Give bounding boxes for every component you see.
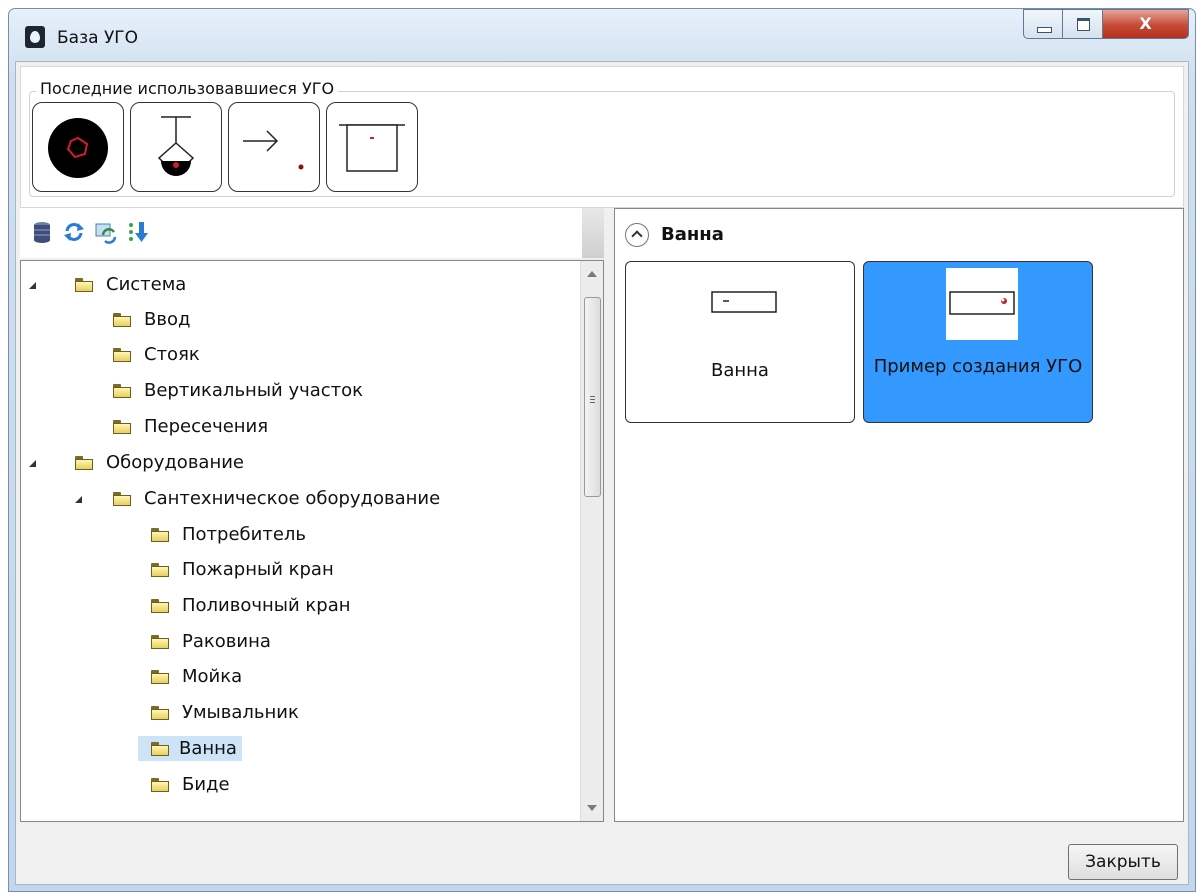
window-title: База УГО: [57, 28, 139, 48]
minimize-icon: [1037, 27, 1052, 33]
recent-symbols-group: Последние использовавшиеся УГО: [29, 79, 1175, 197]
tree-item-fire-hydrant[interactable]: Пожарный кран: [151, 556, 337, 584]
folder-icon: [151, 563, 169, 577]
recent-symbol-button-1[interactable]: [32, 102, 124, 192]
tree-item-label: Умывальник: [182, 702, 299, 723]
folder-icon: [151, 742, 169, 756]
tree-item-label: Стояк: [144, 344, 200, 365]
sort-icon[interactable]: [126, 220, 150, 244]
folder-icon: [151, 635, 169, 649]
tree-item-bidet[interactable]: Биде: [151, 771, 233, 799]
category-tree: Система Ввод Стояк Вертикальный участок …: [20, 260, 604, 822]
tree-item-label: Раковина: [182, 631, 271, 652]
folder-icon: [113, 384, 131, 398]
symbol-card-label: Пример создания УГО: [873, 356, 1083, 377]
expanded-arrow-icon[interactable]: [29, 460, 36, 467]
scrollbar-thumb[interactable]: [584, 297, 601, 497]
recent-symbols-list: [32, 102, 418, 192]
recent-symbols-panel: Последние использовавшиеся УГО: [20, 66, 1184, 208]
refresh-icon[interactable]: [62, 220, 86, 244]
tree-item-sanitary-equipment[interactable]: Сантехническое оборудование: [75, 485, 443, 513]
folder-icon: [151, 599, 169, 613]
expanded-arrow-icon[interactable]: [29, 282, 36, 289]
recent-symbol-button-3[interactable]: [228, 102, 320, 192]
bath-example-symbol-icon: [949, 291, 1015, 315]
database-icon[interactable]: [30, 220, 54, 244]
bath-symbol-icon: [711, 291, 777, 313]
section-title: Ванна: [661, 224, 724, 245]
tree-toolbar: [20, 208, 604, 258]
folder-icon: [113, 348, 131, 362]
tree-item-consumer[interactable]: Потребитель: [151, 521, 309, 549]
tree-item-intersections[interactable]: Пересечения: [113, 413, 271, 441]
recent-symbol-button-2[interactable]: [130, 102, 222, 192]
round-symbol-icon: [48, 118, 108, 178]
folder-icon: [151, 778, 169, 792]
close-window-button[interactable]: X: [1103, 9, 1189, 39]
tree-item-kitchen-sink[interactable]: Мойка: [151, 663, 245, 691]
tree-item-vvod[interactable]: Ввод: [113, 306, 193, 334]
folder-icon: [151, 528, 169, 542]
close-icon: X: [1139, 14, 1152, 33]
dialog-client: Последние использовавшиеся УГО Система В…: [15, 61, 1189, 885]
maximize-button[interactable]: [1063, 9, 1103, 39]
minimize-button[interactable]: [1023, 9, 1063, 39]
tree-item-label: Ввод: [144, 309, 191, 330]
expanded-arrow-icon[interactable]: [75, 496, 82, 503]
pendant-fixture-icon: [157, 116, 195, 177]
folder-icon: [75, 278, 93, 292]
toolbar-overflow-button[interactable]: [582, 208, 604, 258]
dialog-window: База УГО X Последние использовавшиеся УГ…: [8, 8, 1196, 892]
close-button[interactable]: Закрыть: [1068, 844, 1178, 880]
window-controls: X: [1023, 9, 1189, 41]
recent-symbol-button-4[interactable]: [326, 102, 418, 192]
tree-item-label-selected: Ванна: [138, 736, 242, 761]
dialog-footer: Закрыть: [20, 828, 1184, 884]
folder-icon: [151, 706, 169, 720]
scroll-down-icon[interactable]: [587, 805, 597, 811]
folder-icon: [75, 456, 93, 470]
tree-item-label: Поливочный кран: [182, 595, 351, 616]
tree-item-sink[interactable]: Раковина: [151, 628, 274, 656]
tree-item-label: Мойка: [182, 666, 243, 687]
collapse-chevron-icon[interactable]: [625, 223, 649, 247]
recent-symbols-legend: Последние использовавшиеся УГО: [36, 79, 339, 98]
symbol-card-example[interactable]: Пример создания УГО: [863, 261, 1093, 423]
symbol-card-bath[interactable]: Ванна: [625, 261, 855, 423]
tree-item-bath[interactable]: Ванна: [138, 735, 242, 763]
folder-icon: [113, 492, 131, 506]
tree-item-stoyak[interactable]: Стояк: [113, 341, 203, 369]
folder-icon: [113, 313, 131, 327]
tree-item-text: Ванна: [179, 738, 237, 759]
tree-item-watering-tap[interactable]: Поливочный кран: [151, 592, 354, 620]
symbol-thumbnail: [946, 268, 1018, 340]
tree-item-label: Вертикальный участок: [144, 380, 364, 401]
sync-icon[interactable]: [94, 220, 118, 244]
tree-item-label: Система: [106, 274, 187, 295]
tree-item-equipment[interactable]: Оборудование: [29, 449, 247, 477]
scroll-up-icon[interactable]: [587, 271, 597, 277]
symbols-panel: Ванна Ванна Пример создания УГО: [614, 208, 1184, 822]
tree-item-sistema[interactable]: Система: [29, 271, 189, 299]
maximize-icon: [1077, 18, 1090, 31]
bath-box-icon: [339, 124, 405, 172]
tree-item-label: Потребитель: [182, 524, 307, 545]
app-drop-icon: [25, 26, 45, 48]
title-bar[interactable]: База УГО X: [9, 9, 1195, 61]
tree-item-label: Оборудование: [106, 452, 244, 473]
tree-item-label: Пожарный кран: [182, 559, 334, 580]
symbol-card-label: Ванна: [711, 360, 769, 381]
folder-icon: [151, 670, 169, 684]
tree-item-vertical-section[interactable]: Вертикальный участок: [113, 377, 366, 405]
tree-item-washbasin[interactable]: Умывальник: [151, 699, 302, 727]
tree-item-label: Биде: [182, 774, 230, 795]
tree-item-label: Пересечения: [144, 416, 269, 437]
tree-item-label: Сантехническое оборудование: [144, 488, 441, 509]
folder-icon: [113, 420, 131, 434]
arrow-point-icon: [243, 130, 304, 170]
tree-scrollbar[interactable]: [580, 261, 603, 821]
